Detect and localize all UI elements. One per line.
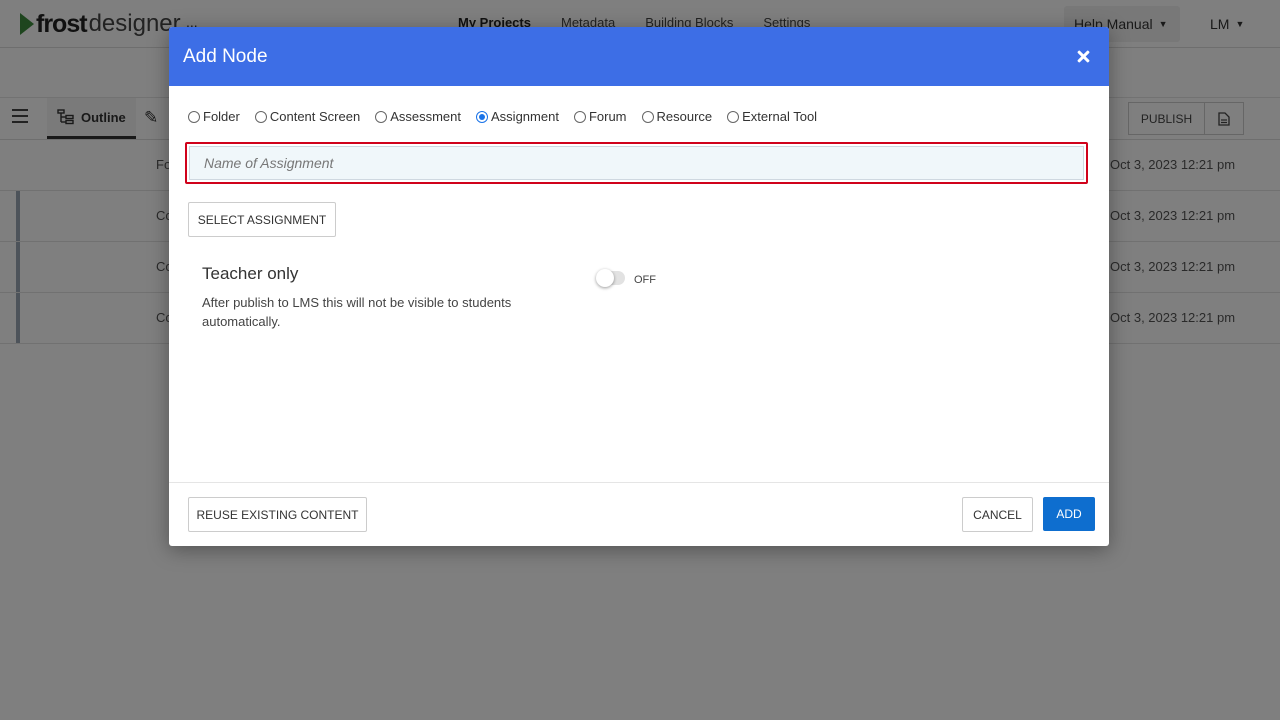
radio-label: Folder	[203, 109, 240, 124]
radio-label: Content Screen	[269, 109, 361, 124]
close-icon[interactable]	[1073, 46, 1095, 68]
select-assignment-button[interactable]: SELECT ASSIGNMENT	[188, 202, 336, 237]
add-button[interactable]: ADD	[1043, 497, 1095, 531]
radio-label: External Tool	[742, 109, 818, 124]
node-type-radio-group: Folder Content Screen Assessment Assignm…	[188, 109, 832, 124]
radio-circle-icon	[641, 110, 654, 123]
radio-circle-icon	[254, 110, 267, 123]
radio-label: Assignment	[491, 109, 559, 124]
dialog-header: Add Node	[169, 27, 1109, 86]
radio-assessment[interactable]: Assessment	[375, 109, 461, 124]
dialog-footer: REUSE EXISTING CONTENT CANCEL ADD	[169, 482, 1109, 546]
teacher-only-toggle[interactable]	[596, 269, 625, 287]
radio-circle-icon	[188, 110, 200, 123]
reuse-existing-content-button[interactable]: REUSE EXISTING CONTENT	[188, 497, 367, 532]
assignment-name-input[interactable]	[189, 146, 1084, 180]
radio-label: Assessment	[390, 109, 462, 124]
radio-assignment[interactable]: Assignment	[476, 109, 559, 124]
toggle-knob	[596, 269, 614, 287]
radio-checked-icon	[476, 110, 489, 123]
radio-resource[interactable]: Resource	[641, 109, 713, 124]
dialog-title: Add Node	[183, 45, 268, 67]
name-field-highlight	[185, 142, 1088, 184]
radio-folder[interactable]: Folder	[188, 109, 240, 124]
radio-label: Resource	[656, 109, 713, 124]
radio-label: Forum	[588, 109, 627, 124]
radio-forum[interactable]: Forum	[573, 109, 627, 124]
teacher-only-title: Teacher only	[202, 264, 299, 283]
radio-content-screen[interactable]: Content Screen	[254, 109, 361, 124]
radio-external-tool[interactable]: External Tool	[727, 109, 817, 124]
teacher-only-description: After publish to LMS this will not be vi…	[202, 295, 512, 329]
radio-circle-icon	[375, 110, 388, 123]
add-node-dialog: Add Node Folder Content Screen Assessmen…	[169, 27, 1109, 546]
radio-circle-icon	[573, 110, 586, 123]
toggle-state-label: OFF	[634, 274, 656, 286]
radio-circle-icon	[727, 110, 740, 123]
cancel-button[interactable]: CANCEL	[962, 497, 1033, 532]
